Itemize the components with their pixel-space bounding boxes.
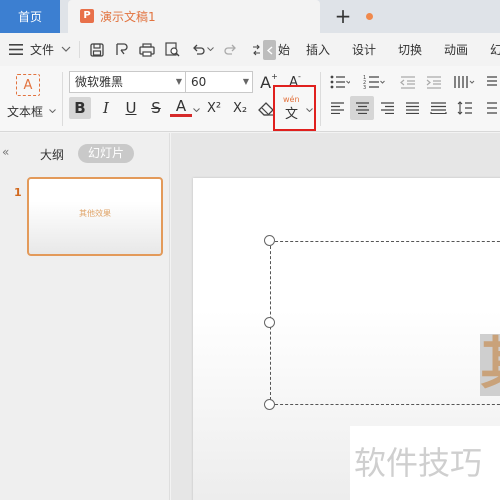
hamburger-menu-icon[interactable]	[8, 42, 24, 56]
document-title: 演示文稿1	[100, 10, 156, 24]
resize-handle-top-left[interactable]	[264, 235, 275, 246]
text-direction-icon[interactable]	[484, 72, 500, 92]
print-icon[interactable]	[138, 41, 156, 58]
slide-thumbnail[interactable]: 其他效果	[27, 177, 163, 256]
chevron-down-icon: ▼	[242, 77, 249, 86]
ribbon-toolbar: A 文本框 微软雅黑 ▼ 60 ▼ A + A- B I U S A X² X₂ …	[0, 66, 500, 132]
increase-indent-icon[interactable]	[424, 72, 444, 92]
font-family-select[interactable]: 微软雅黑 ▼	[69, 71, 186, 93]
font-family-value: 微软雅黑	[75, 75, 124, 89]
menu-slideshow[interactable]: 幻	[490, 41, 500, 58]
line-spacing-icon[interactable]	[455, 98, 475, 118]
italic-button[interactable]: I	[95, 97, 117, 119]
font-size-select[interactable]: 60 ▼	[185, 71, 253, 93]
grow-font-glyph: A	[260, 72, 272, 92]
menu-bar: 文件 始 插入 设计 切换 动画 幻	[0, 33, 500, 66]
presentation-icon: P	[80, 9, 94, 23]
font-size-value: 60	[191, 75, 207, 89]
menu-design[interactable]: 设计	[352, 41, 376, 58]
collapse-panel-button[interactable]: «	[2, 145, 9, 159]
distributed-align-icon[interactable]	[427, 98, 449, 118]
thumbnail-text: 其他效果	[79, 209, 111, 218]
align-right-icon[interactable]	[377, 98, 397, 118]
new-tab-button[interactable]: +	[332, 5, 354, 27]
textbox-text: 其	[480, 334, 500, 396]
font-color-button[interactable]: A	[170, 97, 192, 117]
menu-item-partial[interactable]: 始	[278, 41, 290, 58]
strikethrough-button[interactable]: S	[145, 97, 167, 119]
save-icon[interactable]	[88, 41, 105, 58]
font-color-dropdown-icon[interactable]	[192, 107, 200, 113]
justify-icon[interactable]	[402, 98, 422, 118]
scroll-left-button[interactable]	[263, 40, 276, 60]
undo-icon[interactable]	[190, 41, 206, 58]
repeat-icon[interactable]	[251, 41, 261, 58]
highlight-box	[273, 85, 316, 131]
tab-document[interactable]: P 演示文稿1	[68, 0, 373, 33]
bold-button[interactable]: B	[69, 97, 91, 119]
textbox-selection[interactable]	[270, 241, 500, 405]
menu-animation[interactable]: 动画	[444, 41, 468, 58]
watermark: 软件技巧	[350, 426, 500, 500]
tab-outline[interactable]: 大纲	[40, 146, 64, 163]
resize-handle-bottom-left[interactable]	[264, 399, 275, 410]
textbox-glyph: A	[23, 77, 33, 93]
decrease-indent-icon[interactable]	[398, 72, 418, 92]
export-icon[interactable]	[113, 41, 130, 58]
numbered-list-icon[interactable]: 123	[362, 72, 386, 92]
resize-handle-middle-left[interactable]	[264, 317, 275, 328]
tab-home[interactable]: 首页	[0, 0, 60, 33]
divider	[320, 72, 321, 126]
divider	[79, 41, 80, 58]
title-bar: 首页 P 演示文稿1 +	[0, 0, 500, 33]
textbox-dropdown-icon[interactable]	[48, 107, 56, 115]
increase-arrow-icon: +	[271, 71, 278, 81]
textbox-content[interactable]: 其	[480, 334, 500, 396]
bullet-list-icon[interactable]	[329, 72, 351, 92]
slide-number: 1	[14, 186, 22, 199]
paragraph-settings-icon[interactable]	[484, 98, 500, 118]
underline-button[interactable]: U	[120, 97, 142, 119]
chevron-down-icon[interactable]	[60, 44, 72, 54]
menu-insert[interactable]: 插入	[306, 41, 330, 58]
align-left-icon[interactable]	[327, 98, 347, 118]
align-center-icon[interactable]	[350, 96, 374, 120]
undo-dropdown-icon[interactable]	[206, 45, 214, 53]
menu-transition[interactable]: 切换	[398, 41, 422, 58]
subscript-button[interactable]: X₂	[229, 97, 251, 119]
unsaved-dot-icon	[366, 13, 373, 20]
tab-slides[interactable]: 幻灯片	[78, 144, 134, 163]
svg-text:3: 3	[363, 85, 366, 89]
textbox-button-label[interactable]: 文本框	[7, 103, 43, 120]
print-preview-icon[interactable]	[164, 41, 181, 58]
textbox-icon[interactable]: A	[16, 74, 40, 96]
slide-panel: « 大纲 幻灯片 1 其他效果	[0, 133, 170, 500]
columns-icon[interactable]	[452, 72, 478, 92]
superscript-button[interactable]: X²	[203, 97, 225, 119]
chevron-down-icon: ▼	[175, 77, 182, 86]
decrease-arrow-icon: -	[298, 71, 301, 81]
redo-icon[interactable]	[223, 41, 239, 58]
menu-file[interactable]: 文件	[30, 41, 54, 58]
divider	[62, 72, 63, 126]
